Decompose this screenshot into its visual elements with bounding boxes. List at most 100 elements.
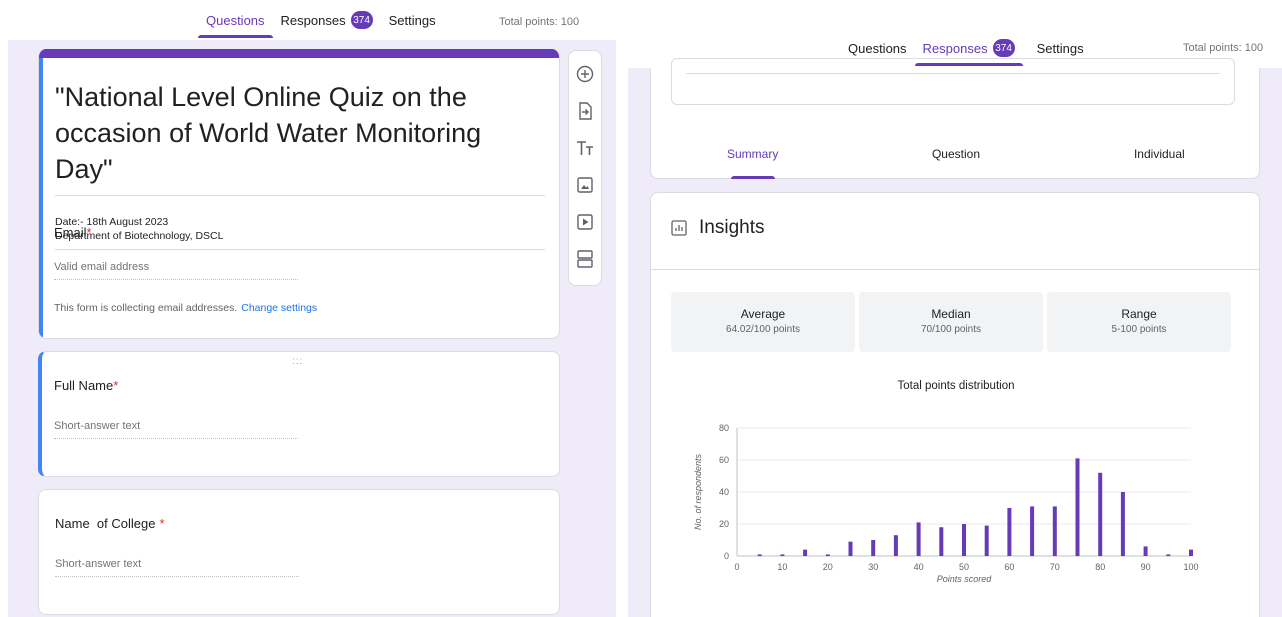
tab-questions-label: Questions	[848, 40, 907, 56]
x-tick-label: 60	[1004, 562, 1014, 572]
question-title: Name of College *	[55, 516, 165, 531]
question-card-full-name[interactable]: ::: Full Name* Short-answer text	[38, 351, 560, 477]
x-tick-label: 50	[959, 562, 969, 572]
insights-header: Insights	[671, 217, 764, 239]
add-section-icon[interactable]	[575, 248, 595, 270]
change-settings-link[interactable]: Change settings	[241, 302, 317, 314]
tab-questions[interactable]: Questions	[198, 0, 273, 40]
tab-settings-label: Settings	[1036, 40, 1084, 56]
insights-title: Insights	[699, 217, 765, 238]
y-tick-label: 60	[719, 455, 729, 465]
form-description[interactable]: Date:- 18th August 2023 Department of Bi…	[55, 215, 545, 250]
x-tick-label: 0	[734, 562, 739, 572]
y-axis-label: No. of respondents	[693, 453, 703, 530]
x-tick-label: 10	[777, 562, 787, 572]
add-question-icon[interactable]	[575, 63, 595, 85]
response-control-box	[671, 58, 1235, 105]
email-field[interactable]: Valid email address	[54, 261, 298, 280]
floating-toolbar	[568, 50, 602, 286]
chart-title: Total points distribution	[897, 380, 1015, 392]
bar	[1030, 506, 1035, 556]
total-points: Total points: 100	[1183, 42, 1264, 54]
bar	[1075, 458, 1080, 556]
stats-row: Average 64.02/100 points Median 70/100 poi…	[671, 292, 1231, 352]
stat-median: Median 70/100 points	[859, 292, 1043, 352]
form-title[interactable]: "National Level Online Quiz on the occas…	[55, 79, 545, 196]
editor-tab-bar: Questions Responses 374 Settings	[198, 0, 444, 40]
required-asterisk: *	[159, 516, 165, 531]
x-tick-label: 40	[914, 562, 924, 572]
subtab-individual-label: Individual	[1133, 147, 1185, 161]
x-tick-label: 100	[1183, 562, 1198, 572]
stat-label: Range	[1121, 307, 1157, 321]
add-video-icon[interactable]	[575, 211, 595, 233]
subtab-question[interactable]: Question	[854, 125, 1057, 179]
x-tick-label: 20	[823, 562, 833, 572]
import-questions-icon[interactable]	[575, 100, 595, 122]
stat-value: 64.02/100 points	[726, 324, 800, 335]
bar	[984, 525, 989, 556]
email-question: Email*	[54, 225, 92, 240]
subtab-summary-label: Summary	[726, 147, 779, 161]
insights-icon	[671, 220, 687, 236]
x-tick-label: 90	[1141, 562, 1151, 572]
tab-responses[interactable]: Responses 374	[273, 0, 381, 40]
question-card-college[interactable]: Name of College * Short-answer text	[38, 489, 560, 615]
add-title-icon[interactable]	[575, 137, 595, 159]
y-tick-label: 80	[719, 423, 729, 433]
required-asterisk: *	[86, 225, 92, 240]
divider	[651, 269, 1259, 270]
tab-settings[interactable]: Settings	[381, 0, 444, 40]
bar	[848, 541, 853, 556]
x-tick-label: 80	[1095, 562, 1105, 572]
stat-range: Range 5-100 points	[1047, 292, 1231, 352]
bar	[1120, 492, 1125, 556]
question-label-full-name: Full Name	[54, 378, 114, 393]
tab-settings-label: Settings	[388, 12, 436, 28]
email-label-text: Email	[54, 225, 87, 240]
subtab-question-label: Question	[931, 147, 980, 161]
tab-questions-label: Questions	[206, 12, 265, 28]
bar	[1143, 546, 1148, 556]
total-points: Total points: 100	[499, 16, 580, 28]
question-label-college: Name of College	[55, 516, 156, 531]
email-note-text: This form is collecting email addresses.	[54, 302, 238, 314]
bar	[1007, 508, 1012, 556]
theme-accent-bar	[39, 49, 559, 58]
email-collection-note: This form is collecting email addresses.…	[54, 302, 317, 314]
question-title: Full Name*	[54, 378, 118, 393]
tab-responses-label: Responses	[922, 40, 988, 56]
summary-card: Summary Question Individual	[650, 58, 1261, 179]
bar	[1052, 506, 1057, 556]
tab-responses-label: Responses	[280, 12, 346, 28]
bar	[757, 554, 762, 556]
description-date: Date:- 18th August 2023	[55, 216, 169, 228]
add-image-icon[interactable]	[575, 174, 595, 196]
subtab-individual[interactable]: Individual	[1058, 125, 1261, 179]
points-distribution-chart: 0 20 40 60 80 0 10 20 30 40 50 60 70 80 90 100 Points sc…	[693, 423, 1199, 584]
x-tick-label: 30	[868, 562, 878, 572]
description-department: Department of Biotechnology, DSCL	[55, 230, 224, 242]
stat-average: Average 64.02/100 points	[671, 292, 855, 352]
form-title-card[interactable]: "National Level Online Quiz on the occas…	[38, 49, 560, 339]
y-tick-label: 40	[719, 487, 729, 497]
stat-value: 70/100 points	[920, 324, 982, 335]
divider	[686, 73, 1220, 74]
bar	[1189, 549, 1193, 556]
bar	[939, 527, 944, 556]
bar	[871, 540, 876, 556]
form-editor-panel: Questions Responses 374 Settings Total po…	[0, 0, 620, 617]
bar	[893, 535, 898, 556]
x-tick-label: 70	[1050, 562, 1060, 572]
responses-count-badge: 374	[992, 39, 1015, 57]
bar	[825, 554, 830, 556]
stat-label: Median	[931, 307, 971, 321]
stat-value: 5-100 points	[1111, 324, 1167, 335]
short-answer-field: Short-answer text	[55, 558, 299, 577]
drag-handle-icon[interactable]: :::	[292, 356, 303, 367]
x-axis-label: Points scored	[937, 574, 993, 584]
summary-subtabs: Summary Question Individual	[651, 125, 1261, 179]
bar	[803, 549, 808, 556]
subtab-summary[interactable]: Summary	[651, 125, 854, 179]
stat-label: Average	[740, 307, 786, 321]
